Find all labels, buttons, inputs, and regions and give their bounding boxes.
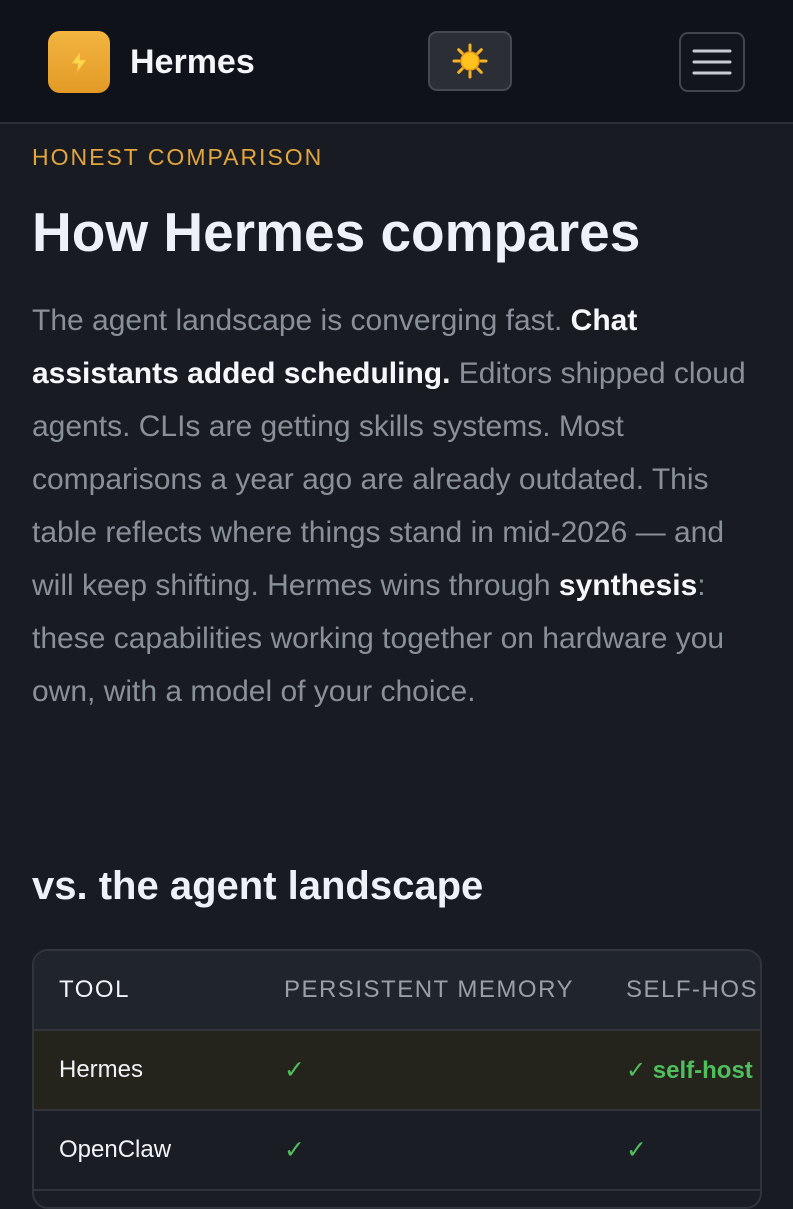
comparison-table[interactable]: TOOL PERSISTENT MEMORY SELF-HOS Hermes ✓… bbox=[32, 949, 762, 1209]
tool-name-cell: OpenClaw bbox=[59, 1136, 172, 1163]
self-hosted-cell: ✓ self-host bbox=[626, 1056, 753, 1084]
intro-text: Editors shipped cloud agents. CLIs are g… bbox=[32, 357, 746, 602]
intro-emphasis: synthesis bbox=[558, 569, 698, 602]
self-hosted-cell: ✓ bbox=[626, 1136, 647, 1164]
column-header-persistent-memory: PERSISTENT MEMORY bbox=[284, 976, 574, 1003]
table-row: OpenClaw ✓ ✓ bbox=[34, 1111, 760, 1191]
intro-text: The agent landscape is converging fast. bbox=[32, 304, 571, 337]
column-header-self-hosted: SELF-HOS bbox=[626, 976, 759, 1003]
tool-name-cell: Hermes bbox=[59, 1056, 144, 1083]
section-title: vs. the agent landscape bbox=[32, 864, 484, 908]
top-nav-bar: Hermes bbox=[0, 0, 793, 124]
column-header-tool: TOOL bbox=[59, 976, 130, 1003]
memory-check-cell: ✓ bbox=[284, 1056, 305, 1084]
menu-button[interactable] bbox=[679, 32, 745, 92]
hamburger-menu-icon bbox=[692, 49, 732, 75]
table-header-row: TOOL PERSISTENT MEMORY SELF-HOS bbox=[34, 951, 760, 1031]
sun-icon bbox=[452, 43, 488, 79]
table-row: Hermes ✓ ✓ self-host bbox=[34, 1031, 760, 1111]
intro-paragraph: The agent landscape is converging fast. … bbox=[32, 294, 762, 718]
page-title: How Hermes compares bbox=[32, 201, 641, 263]
section-eyebrow: HONEST COMPARISON bbox=[32, 144, 324, 170]
brand-name[interactable]: Hermes bbox=[130, 41, 255, 83]
logo[interactable] bbox=[48, 31, 110, 93]
theme-toggle-button[interactable] bbox=[428, 31, 512, 91]
memory-check-cell: ✓ bbox=[284, 1136, 305, 1164]
lightning-bolt-icon bbox=[70, 49, 88, 75]
